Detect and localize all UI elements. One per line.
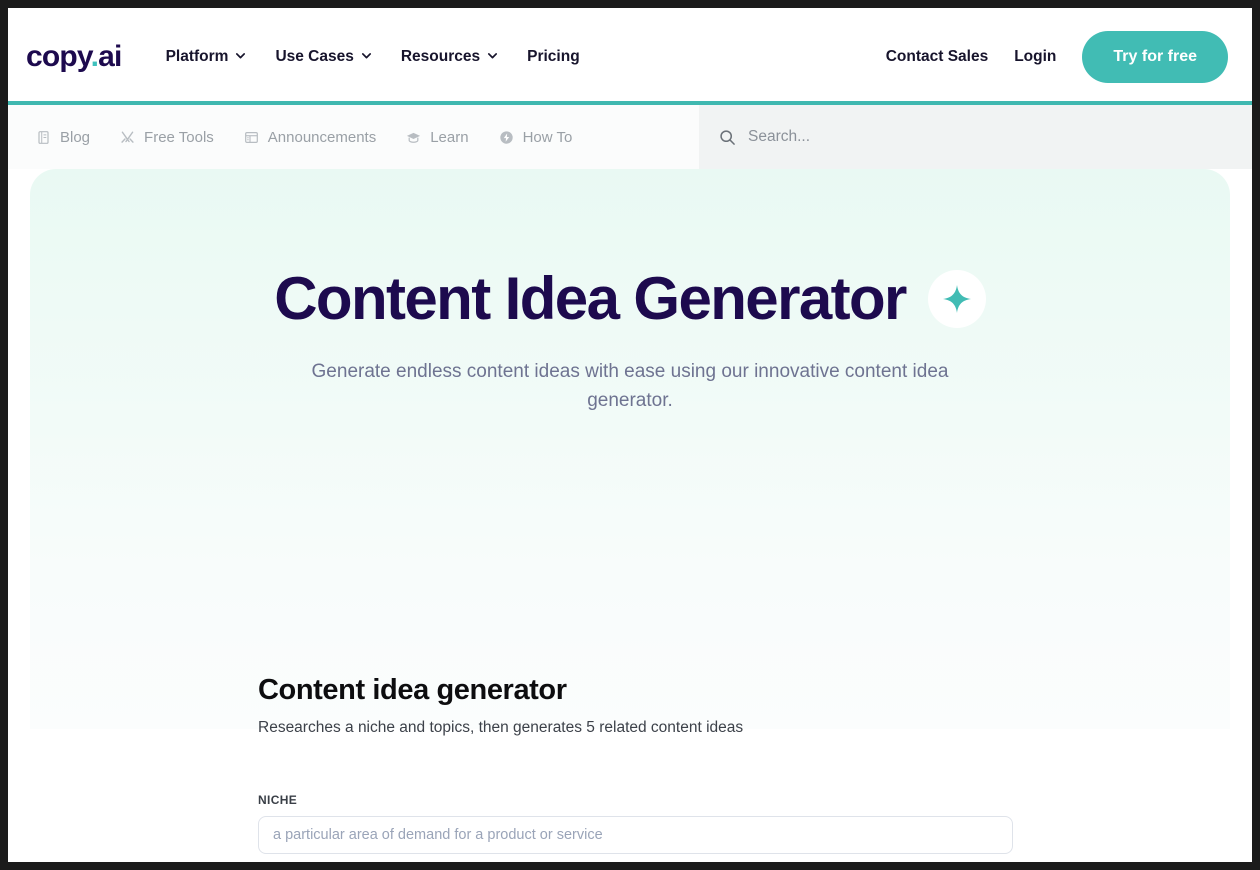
header-actions: Contact Sales Login Try for free — [886, 30, 1228, 83]
field-group-niche: NICHE — [258, 793, 1013, 854]
primary-nav: Platform Use Cases Resources Pricing — [166, 48, 580, 66]
copyai-logo[interactable]: copy.ai — [26, 39, 122, 73]
book-icon — [36, 130, 51, 145]
logo-text-secondary: ai — [98, 39, 122, 73]
megaphone-panel-icon — [244, 130, 259, 145]
hero-content: Content Idea Generator Generate endless … — [30, 169, 1230, 416]
lightning-circle-icon — [499, 130, 514, 145]
subnav-label-blog: Blog — [60, 128, 91, 146]
search-icon — [719, 129, 736, 146]
main-canvas: Content Idea Generator Generate endless … — [8, 169, 1252, 862]
tool-title: Content idea generator — [258, 674, 567, 706]
sparkle-icon — [927, 269, 986, 328]
subnav-item-blog[interactable]: Blog — [36, 129, 90, 146]
chevron-down-icon — [487, 50, 498, 61]
subnav-label-learn: Learn — [430, 128, 469, 146]
subnav-label-free-tools: Free Tools — [144, 128, 214, 146]
try-for-free-button[interactable]: Try for free — [1082, 30, 1228, 83]
nav-label-use-cases: Use Cases — [275, 47, 354, 65]
subnav-item-free-tools[interactable]: Free Tools — [120, 129, 214, 146]
subnav-item-how-to[interactable]: How To — [499, 128, 573, 146]
page-title: Content Idea Generator — [274, 265, 907, 332]
contact-sales-link[interactable]: Contact Sales — [886, 48, 989, 66]
page-root: copy.ai Platform Use Cases Resources Pri… — [8, 8, 1252, 862]
logo-text-primary: copy — [26, 39, 91, 73]
subnav-label-how-to: How To — [522, 128, 573, 146]
logo-dot: . — [90, 39, 99, 73]
nav-item-pricing[interactable]: Pricing — [527, 48, 580, 66]
tool-description: Researches a niche and topics, then gene… — [258, 719, 744, 736]
tools-icon — [120, 130, 135, 145]
nav-item-platform[interactable]: Platform — [166, 48, 247, 66]
niche-input[interactable] — [258, 816, 1013, 854]
nav-item-use-cases[interactable]: Use Cases — [275, 48, 371, 66]
hero-subtitle: Generate endless content ideas with ease… — [311, 361, 949, 412]
site-header: copy.ai Platform Use Cases Resources Pri… — [8, 8, 1252, 105]
nav-label-pricing: Pricing — [527, 47, 580, 65]
nav-label-resources: Resources — [400, 47, 481, 65]
hero-card: Content Idea Generator Generate endless … — [30, 169, 1230, 729]
graduation-cap-icon — [406, 130, 421, 145]
search-region — [699, 105, 1252, 169]
secondary-nav-links: Blog Free Tools Announcements Learn How … — [8, 105, 699, 169]
chevron-down-icon — [361, 50, 372, 61]
search-input[interactable] — [748, 128, 1228, 146]
chevron-down-icon — [235, 50, 246, 61]
subnav-item-learn[interactable]: Learn — [406, 128, 469, 146]
subnav-item-announcements[interactable]: Announcements — [244, 129, 376, 146]
secondary-nav: Blog Free Tools Announcements Learn How … — [8, 105, 1252, 169]
search-bar[interactable] — [719, 128, 1252, 146]
subnav-label-announcements: Announcements — [267, 128, 377, 146]
tool-header: Content idea generator Researches a nich… — [258, 674, 1013, 737]
nav-item-resources[interactable]: Resources — [401, 48, 498, 66]
niche-label: NICHE — [258, 793, 298, 807]
hero-title-row: Content Idea Generator — [30, 267, 1230, 330]
login-link[interactable]: Login — [1014, 48, 1056, 66]
nav-label-platform: Platform — [165, 47, 229, 65]
